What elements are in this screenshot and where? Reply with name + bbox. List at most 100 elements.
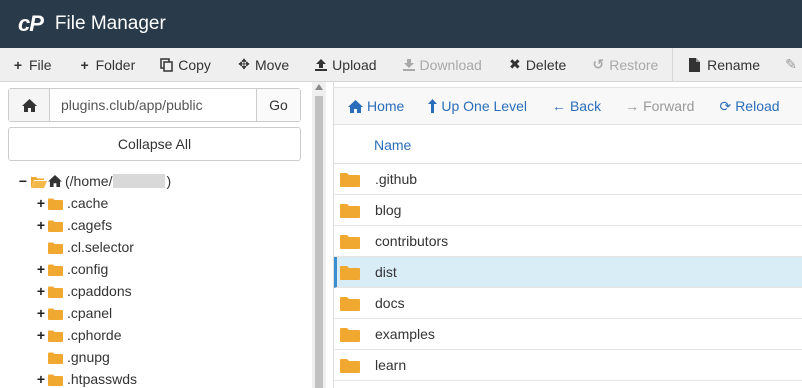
folder-icon xyxy=(48,352,63,364)
table-row[interactable]: dist xyxy=(334,257,802,288)
table-row[interactable]: docs xyxy=(334,288,802,319)
copy-button[interactable]: Copy xyxy=(160,48,211,81)
file-name[interactable]: dist xyxy=(375,264,397,280)
left-panel: Go Collapse All − (/home/) + .cache + .cage… xyxy=(0,82,312,388)
file-icon xyxy=(689,57,703,72)
file-name[interactable]: learn xyxy=(375,357,406,373)
name-column-header[interactable]: Name xyxy=(334,126,802,164)
path-input[interactable] xyxy=(50,89,256,121)
tree-item[interactable]: .gnupg xyxy=(0,346,312,368)
tree-item-label: .gnupg xyxy=(67,349,110,365)
file-name[interactable]: docs xyxy=(375,295,405,311)
restore-label: Restore xyxy=(609,56,659,73)
cpanel-logo: cP xyxy=(18,11,44,36)
table-row[interactable]: blog xyxy=(334,195,802,226)
tree-item[interactable]: + .cpaddons xyxy=(0,280,312,302)
expand-toggle-icon[interactable]: + xyxy=(35,305,47,321)
expand-toggle-icon[interactable]: + xyxy=(35,371,47,387)
edit-button[interactable]: ✎ xyxy=(784,48,802,81)
tree-item[interactable]: + .cphorde xyxy=(0,324,312,346)
delete-button[interactable]: ✖ Delete xyxy=(508,48,566,81)
app-title: File Manager xyxy=(54,13,166,34)
forward-button[interactable]: → Forward xyxy=(625,98,694,114)
table-row[interactable]: examples xyxy=(334,319,802,350)
folder-icon xyxy=(340,358,360,373)
expand-toggle-icon[interactable]: + xyxy=(35,195,47,211)
back-label: Back xyxy=(569,98,602,114)
download-button[interactable]: Download xyxy=(402,48,482,81)
file-name[interactable]: .github xyxy=(375,171,417,187)
path-bar: Go xyxy=(8,88,301,122)
reload-button[interactable]: ⟳ Reload xyxy=(719,98,779,115)
folder-icon xyxy=(48,220,63,232)
rename-button[interactable]: Rename xyxy=(689,48,760,81)
copy-icon xyxy=(160,57,174,72)
pencil-icon: ✎ xyxy=(785,56,797,72)
right-panel: Home Up One Level ← Back → Forward ⟳ Reload… xyxy=(333,82,802,388)
collapse-all-button[interactable]: Collapse All xyxy=(8,127,301,161)
folder-icon xyxy=(48,242,63,254)
home-icon xyxy=(48,175,62,187)
tree-item[interactable]: + .config xyxy=(0,258,312,280)
folder-icon xyxy=(48,286,63,298)
home-nav-label: Home xyxy=(367,98,405,114)
tree-item-label: .cagefs xyxy=(67,217,113,233)
up-one-level-button[interactable]: Up One Level xyxy=(428,98,527,114)
folder-icon xyxy=(48,308,63,320)
new-folder-label: Folder xyxy=(95,56,136,73)
tree-item-label: .cache xyxy=(67,195,109,211)
new-file-label: File xyxy=(29,56,52,73)
table-row[interactable]: .github xyxy=(334,164,802,195)
folder-icon xyxy=(340,265,360,280)
arrow-right-icon: → xyxy=(625,98,640,114)
file-name[interactable]: blog xyxy=(375,202,401,218)
rename-label: Rename xyxy=(707,56,760,73)
home-nav-button[interactable]: Home xyxy=(348,98,404,114)
table-row[interactable]: learn xyxy=(334,350,802,381)
file-name[interactable]: contributors xyxy=(375,233,448,249)
table-row[interactable]: contributors xyxy=(334,226,802,257)
tree-item[interactable]: .cl.selector xyxy=(0,236,312,258)
expand-toggle-icon[interactable]: + xyxy=(35,327,47,343)
expand-toggle-icon[interactable]: + xyxy=(35,283,47,299)
folder-icon xyxy=(340,296,360,311)
reload-label: Reload xyxy=(735,98,780,114)
delete-icon: ✖ xyxy=(508,56,521,72)
scrollbar-thumb[interactable] xyxy=(315,96,323,388)
file-name[interactable]: examples xyxy=(375,326,435,342)
home-path-button[interactable] xyxy=(9,89,50,121)
toolbar: + File + Folder Copy ✥ Move Upload Download… xyxy=(0,47,802,82)
expand-toggle-icon[interactable]: + xyxy=(35,217,47,233)
download-icon xyxy=(402,58,416,72)
expand-toggle-icon[interactable]: + xyxy=(35,261,47,277)
tree-item[interactable]: + .cache xyxy=(0,192,312,214)
go-button[interactable]: Go xyxy=(256,89,300,121)
upload-label: Upload xyxy=(332,56,377,73)
delete-label: Delete xyxy=(525,56,567,73)
tree-item[interactable]: + .cagefs xyxy=(0,214,312,236)
open-folder-icon xyxy=(31,176,47,188)
file-table: Name .github blog contributors dist docs exam… xyxy=(334,126,802,381)
tree-root[interactable]: − (/home/) xyxy=(0,170,312,192)
tree-root-prefix: (/home/ xyxy=(65,173,113,189)
plus-icon: + xyxy=(80,56,89,73)
panel-scrollbar[interactable] xyxy=(312,82,326,388)
move-button[interactable]: ✥ Move xyxy=(237,48,289,81)
tree-item-label: .cl.selector xyxy=(67,239,134,255)
tree-item[interactable]: + .htpasswds xyxy=(0,368,312,388)
upload-button[interactable]: Upload xyxy=(314,48,377,81)
back-button[interactable]: ← Back xyxy=(552,98,601,114)
new-file-button[interactable]: + File xyxy=(11,48,52,81)
folder-icon xyxy=(48,264,63,276)
new-folder-button[interactable]: + Folder xyxy=(78,48,136,81)
redacted-username xyxy=(113,174,166,188)
collapse-toggle-icon[interactable]: − xyxy=(17,173,29,189)
tree-item-label: .cpanel xyxy=(67,305,113,321)
folder-icon xyxy=(48,374,63,386)
tree-item[interactable]: + .cpanel xyxy=(0,302,312,324)
scroll-up-arrow-icon[interactable] xyxy=(315,84,323,90)
folder-icon xyxy=(340,234,360,249)
restore-button[interactable]: ↺ Restore xyxy=(591,48,658,81)
tree-item-label: .cphorde xyxy=(67,327,122,343)
title-bar: cP File Manager xyxy=(0,0,802,48)
